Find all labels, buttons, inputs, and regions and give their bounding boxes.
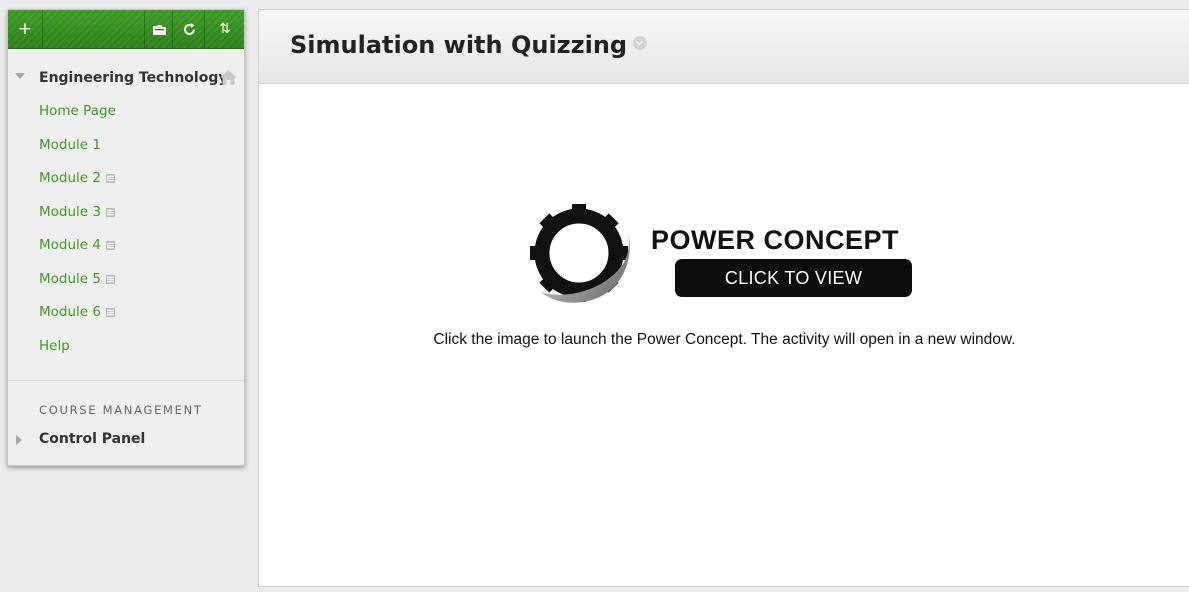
course-menu-item[interactable]: Module 1 [8,131,244,165]
sort-arrows-icon: ⇅ [219,21,231,37]
course-menu: + ⇅ Engineering Technology Home Page Modu… [7,9,245,466]
course-menu-item[interactable]: Module 4 [8,231,244,265]
course-menu-item[interactable]: Module 6 [8,298,244,332]
course-menu-item[interactable]: Module 3 [8,198,244,232]
course-menu-link[interactable]: Module 4 [39,231,115,259]
course-menu-link[interactable]: Module 2 [39,164,115,192]
course-menu-link[interactable]: Module 3 [39,198,115,226]
course-menu-item[interactable]: Help [8,332,244,366]
course-title-row[interactable]: Engineering Technology [8,68,244,90]
content-header: Simulation with Quizzing [259,10,1189,84]
reorder-button[interactable]: ⇅ [204,10,245,48]
refresh-button[interactable] [172,10,205,48]
chevron-down-icon[interactable] [633,36,648,50]
click-to-view-button[interactable]: CLICK TO VIEW [675,259,912,297]
course-menu-item[interactable]: Home Page [8,97,244,131]
course-menu-item[interactable]: Module 5 [8,265,244,299]
page-title: Simulation with Quizzing [290,31,648,59]
menu-toolbar: + ⇅ [8,10,244,49]
hidden-from-students-icon [105,207,115,217]
launch-description: Click the image to launch the Power Conc… [433,331,1016,348]
course-management-heading: COURSE MANAGEMENT [39,403,203,417]
course-menu-link[interactable]: Help [39,332,70,360]
course-menu-link[interactable]: Home Page [39,97,116,125]
hidden-from-students-icon [105,274,115,284]
manage-folders-button[interactable] [144,10,173,48]
course-menu-list: Home Page Module 1 Module 2 Module 3 Module … [8,97,244,365]
power-concept-launch-image[interactable]: POWER CONCEPT CLICK TO VIEW [527,200,927,310]
plus-icon: + [17,19,33,39]
folder-icon [152,24,166,35]
course-menu-item[interactable]: Module 2 [8,164,244,198]
hidden-from-students-icon [105,241,115,250]
content-frame: Simulation with Quizzing POWER CONCEPT C… [258,9,1189,587]
page-title-text: Simulation with Quizzing [290,31,628,59]
add-menu-item-button[interactable]: + [8,10,43,48]
hidden-from-students-icon [105,174,115,183]
course-menu-link[interactable]: Module 1 [39,131,101,159]
course-menu-link[interactable]: Module 5 [39,265,115,293]
course-menu-link[interactable]: Module 6 [39,298,115,326]
menu-divider [8,380,244,381]
gear-icon [530,204,630,303]
course-title[interactable]: Engineering Technology [39,70,227,86]
refresh-icon [183,22,195,35]
control-panel-label[interactable]: Control Panel [39,431,145,447]
power-concept-title: POWER CONCEPT [651,225,900,255]
hidden-from-students-icon [105,308,115,317]
collapse-caret-icon[interactable] [15,73,25,79]
expand-caret-icon[interactable] [16,435,22,445]
control-panel-row[interactable]: Control Panel [8,429,244,453]
home-icon[interactable] [220,70,237,85]
